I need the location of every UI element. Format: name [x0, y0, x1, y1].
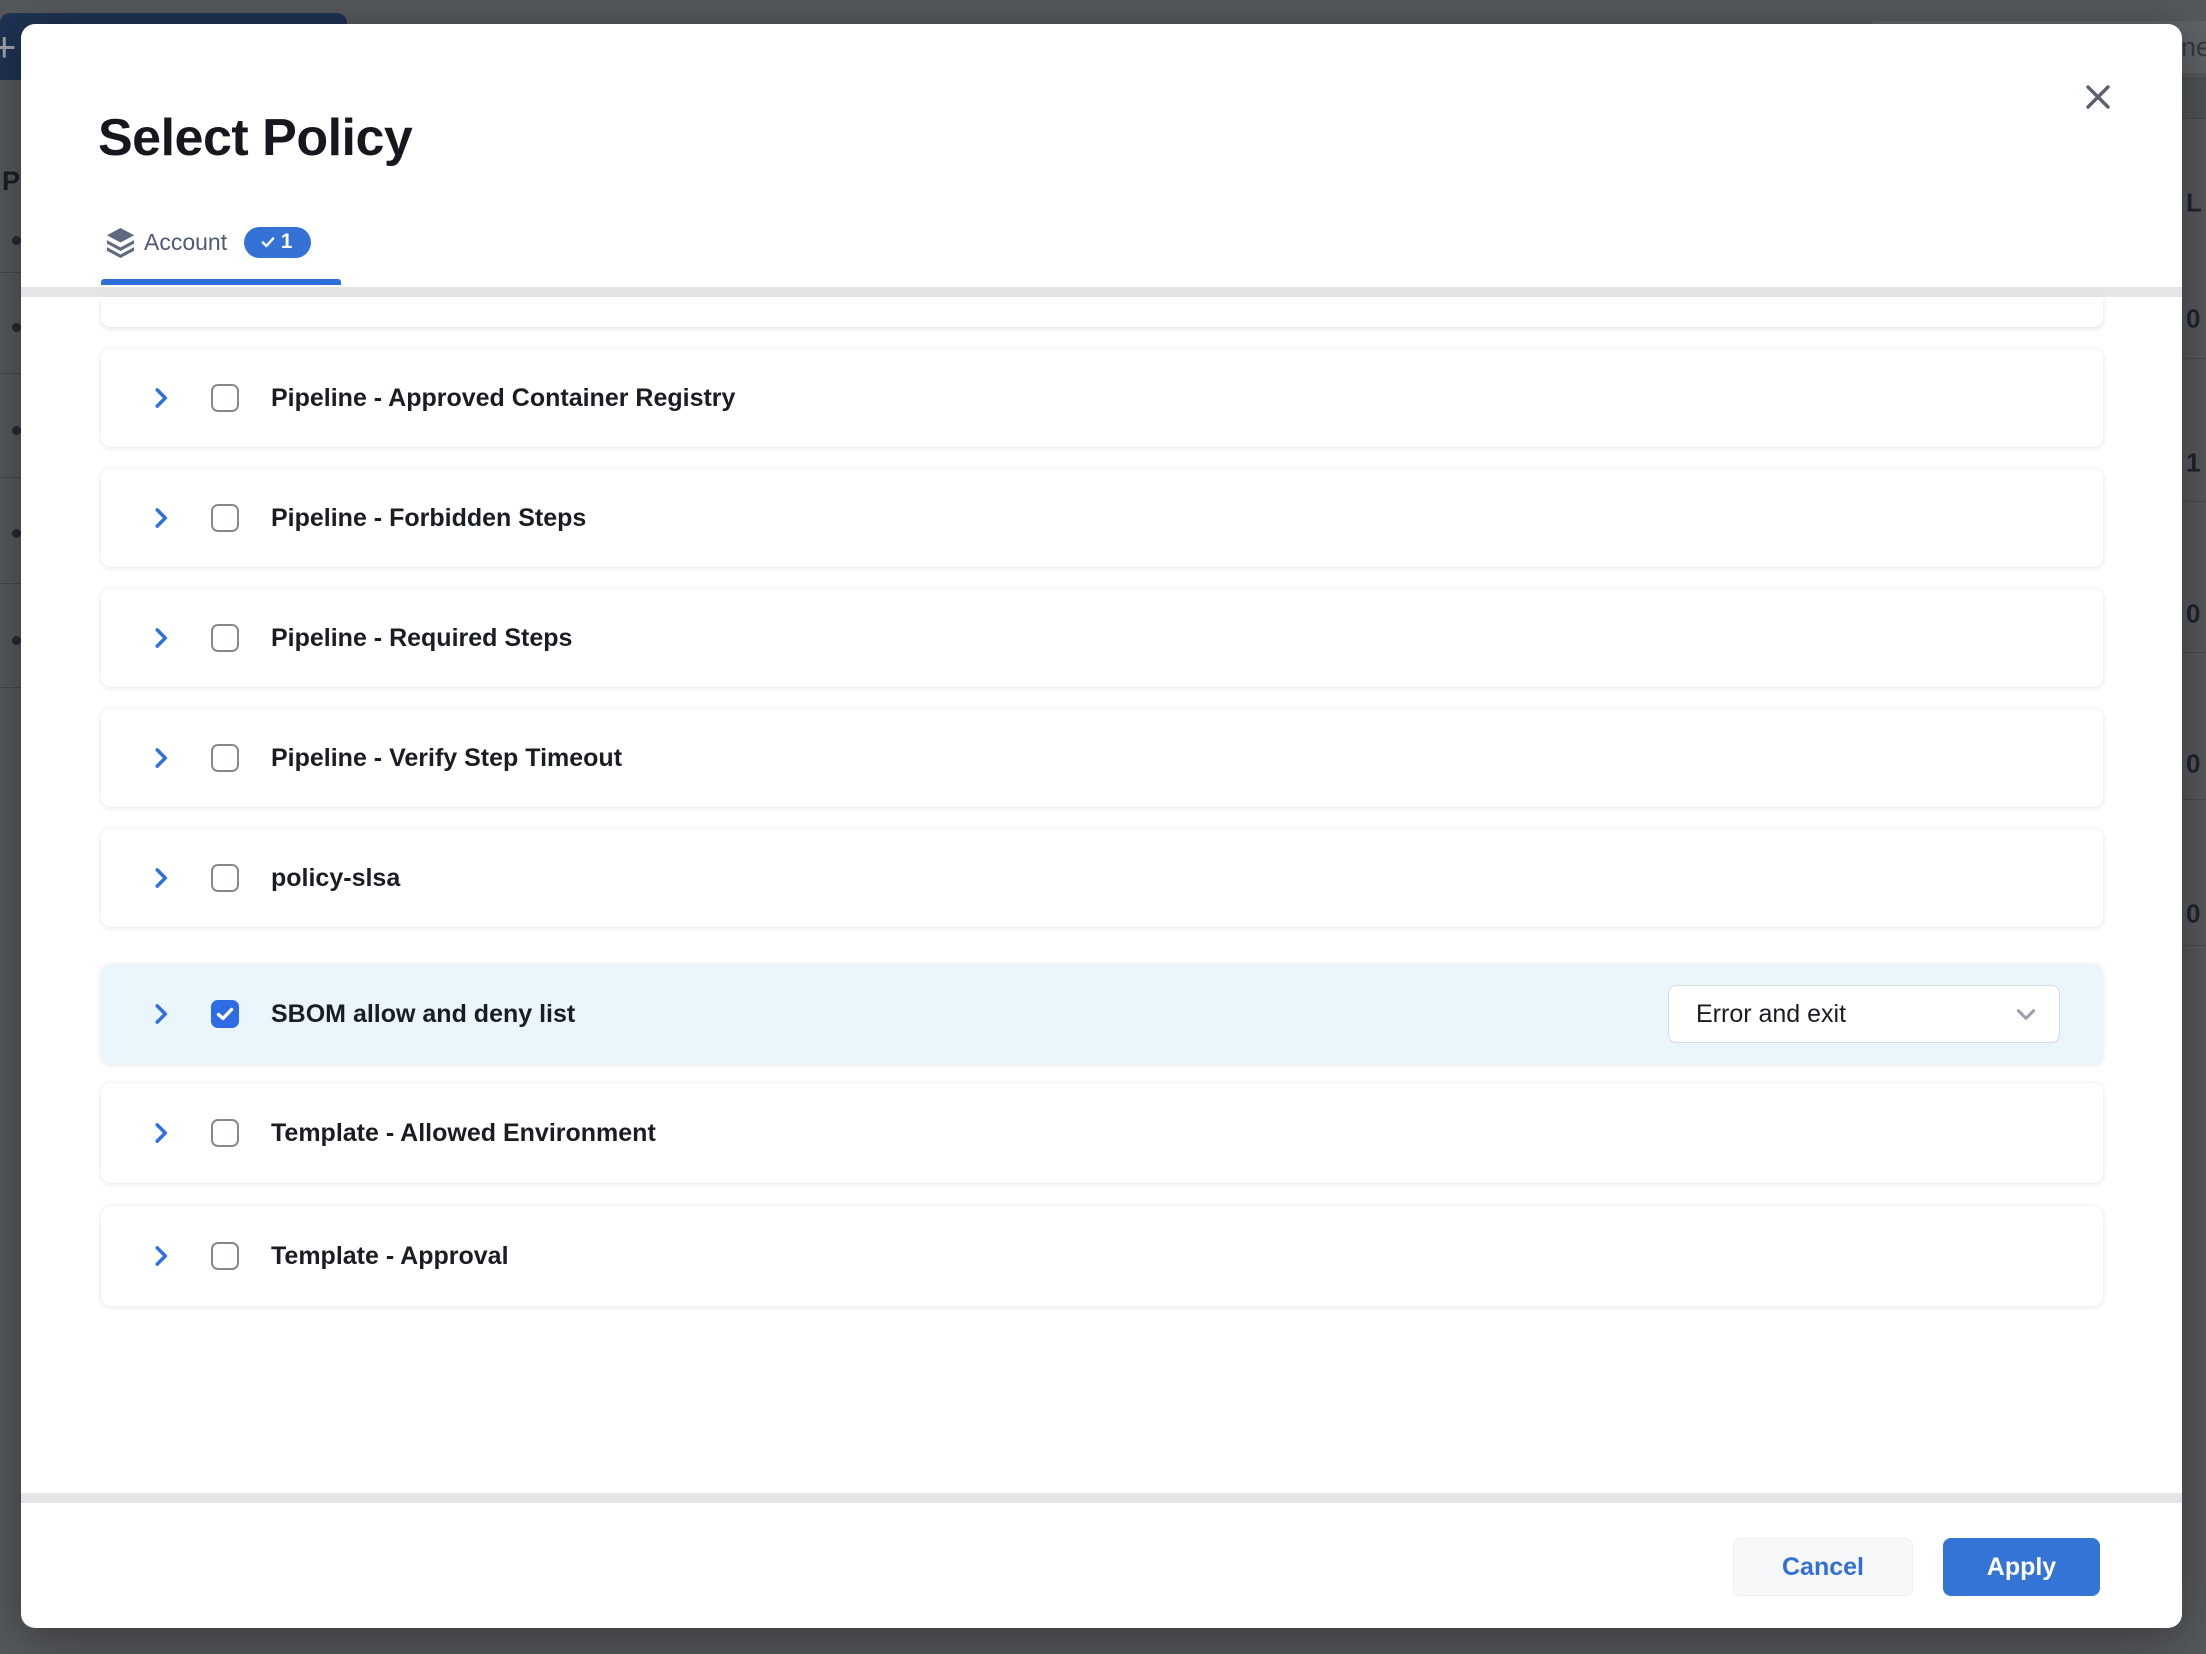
- tab-account-label: Account: [144, 229, 227, 256]
- policy-row-label: Pipeline - Required Steps: [271, 624, 572, 653]
- policy-action-select[interactable]: Error and exit: [1668, 985, 2060, 1043]
- policy-row: Template - Approval: [101, 1206, 2103, 1306]
- divider: [0, 477, 21, 478]
- checkbox[interactable]: [211, 1119, 239, 1147]
- add-button[interactable]: +: [0, 26, 17, 68]
- policy-row: Pipeline - Approved Container Registry: [101, 349, 2103, 447]
- background-cell-dot: [12, 529, 21, 538]
- policy-row: policy-slsa: [101, 829, 2103, 927]
- background-cell-dot: [12, 426, 21, 435]
- policy-row-label: Pipeline - Approved Container Registry: [271, 384, 735, 413]
- divider: [2182, 799, 2206, 800]
- policy-row-label: Pipeline - Forbidden Steps: [271, 504, 586, 533]
- background-search-text: ne: [2181, 32, 2206, 63]
- policy-row: Pipeline - Verify Step Timeout: [101, 709, 2103, 807]
- background-cell-dot: [12, 323, 21, 332]
- expand-chevron-icon[interactable]: [148, 383, 174, 413]
- policy-row-label: Template - Approval: [271, 1242, 509, 1271]
- expand-chevron-icon[interactable]: [148, 1118, 174, 1148]
- checkbox[interactable]: [211, 1000, 239, 1028]
- divider: [0, 373, 21, 374]
- screen: + ne L 0 1 0 0 0 P Select: [0, 0, 2206, 1654]
- expand-chevron-icon[interactable]: [148, 623, 174, 653]
- divider: [2182, 118, 2206, 119]
- check-icon: [260, 234, 276, 250]
- divider: [0, 583, 21, 584]
- policy-row-label: policy-slsa: [271, 864, 400, 893]
- checkbox[interactable]: [211, 744, 239, 772]
- background-column-header-fragment: L: [2186, 188, 2206, 219]
- divider: [2182, 78, 2206, 79]
- active-tab-indicator: [101, 279, 341, 285]
- divider: [0, 272, 21, 273]
- apply-button[interactable]: Apply: [1943, 1538, 2100, 1596]
- selected-count-badge: 1: [244, 227, 311, 258]
- policy-row-label: Template - Allowed Environment: [271, 1119, 656, 1148]
- cancel-button[interactable]: Cancel: [1733, 1538, 1913, 1596]
- divider: [2182, 501, 2206, 502]
- background-cell-fragment: 0: [2186, 899, 2206, 930]
- background-cell-dot: [12, 236, 21, 245]
- expand-chevron-icon[interactable]: [148, 863, 174, 893]
- expand-chevron-icon[interactable]: [148, 1241, 174, 1271]
- select-policy-modal: Select Policy Account 1 Pipeline - Appro…: [21, 24, 2182, 1628]
- divider: [2182, 358, 2206, 359]
- expand-chevron-icon[interactable]: [148, 743, 174, 773]
- policy-row: Pipeline - Required Steps: [101, 589, 2103, 687]
- policy-row-selected: SBOM allow and deny list Error and exit: [101, 964, 2103, 1064]
- policy-row: Pipeline - Forbidden Steps: [101, 469, 2103, 567]
- header-divider: [21, 287, 2182, 297]
- footer-divider: [21, 1493, 2182, 1503]
- expand-chevron-icon[interactable]: [148, 999, 174, 1029]
- layers-icon: [104, 226, 137, 259]
- checkbox[interactable]: [211, 504, 239, 532]
- divider: [0, 687, 21, 688]
- background-cell-fragment: 0: [2186, 749, 2206, 780]
- close-icon[interactable]: [2076, 75, 2120, 119]
- chevron-down-icon: [2013, 1001, 2039, 1027]
- policy-action-value: Error and exit: [1696, 1000, 1846, 1029]
- background-cell-fragment: 0: [2186, 599, 2206, 630]
- checkbox[interactable]: [211, 864, 239, 892]
- background-cell-fragment: 0: [2186, 304, 2206, 335]
- checkbox[interactable]: [211, 1242, 239, 1270]
- expand-chevron-icon[interactable]: [148, 503, 174, 533]
- policy-row: Template - Allowed Environment: [101, 1083, 2103, 1183]
- divider: [2182, 652, 2206, 653]
- background-column-header-fragment: P: [2, 166, 20, 197]
- tab-account[interactable]: Account 1: [104, 224, 311, 260]
- badge-count: 1: [281, 230, 293, 254]
- background-cell-fragment: 1: [2186, 448, 2206, 479]
- background-table-left-edge: P: [0, 80, 21, 1654]
- checkbox[interactable]: [211, 384, 239, 412]
- policy-row-partial[interactable]: [101, 297, 2103, 327]
- modal-title: Select Policy: [98, 108, 412, 168]
- policy-row-label: Pipeline - Verify Step Timeout: [271, 744, 622, 773]
- background-cell-dot: [12, 636, 21, 645]
- policy-row-label: SBOM allow and deny list: [271, 1000, 575, 1029]
- divider: [2182, 945, 2206, 946]
- background-toolbar-band: [2182, 78, 2206, 118]
- checkbox[interactable]: [211, 624, 239, 652]
- background-table-right-edge: L 0 1 0 0 0: [2182, 78, 2206, 1654]
